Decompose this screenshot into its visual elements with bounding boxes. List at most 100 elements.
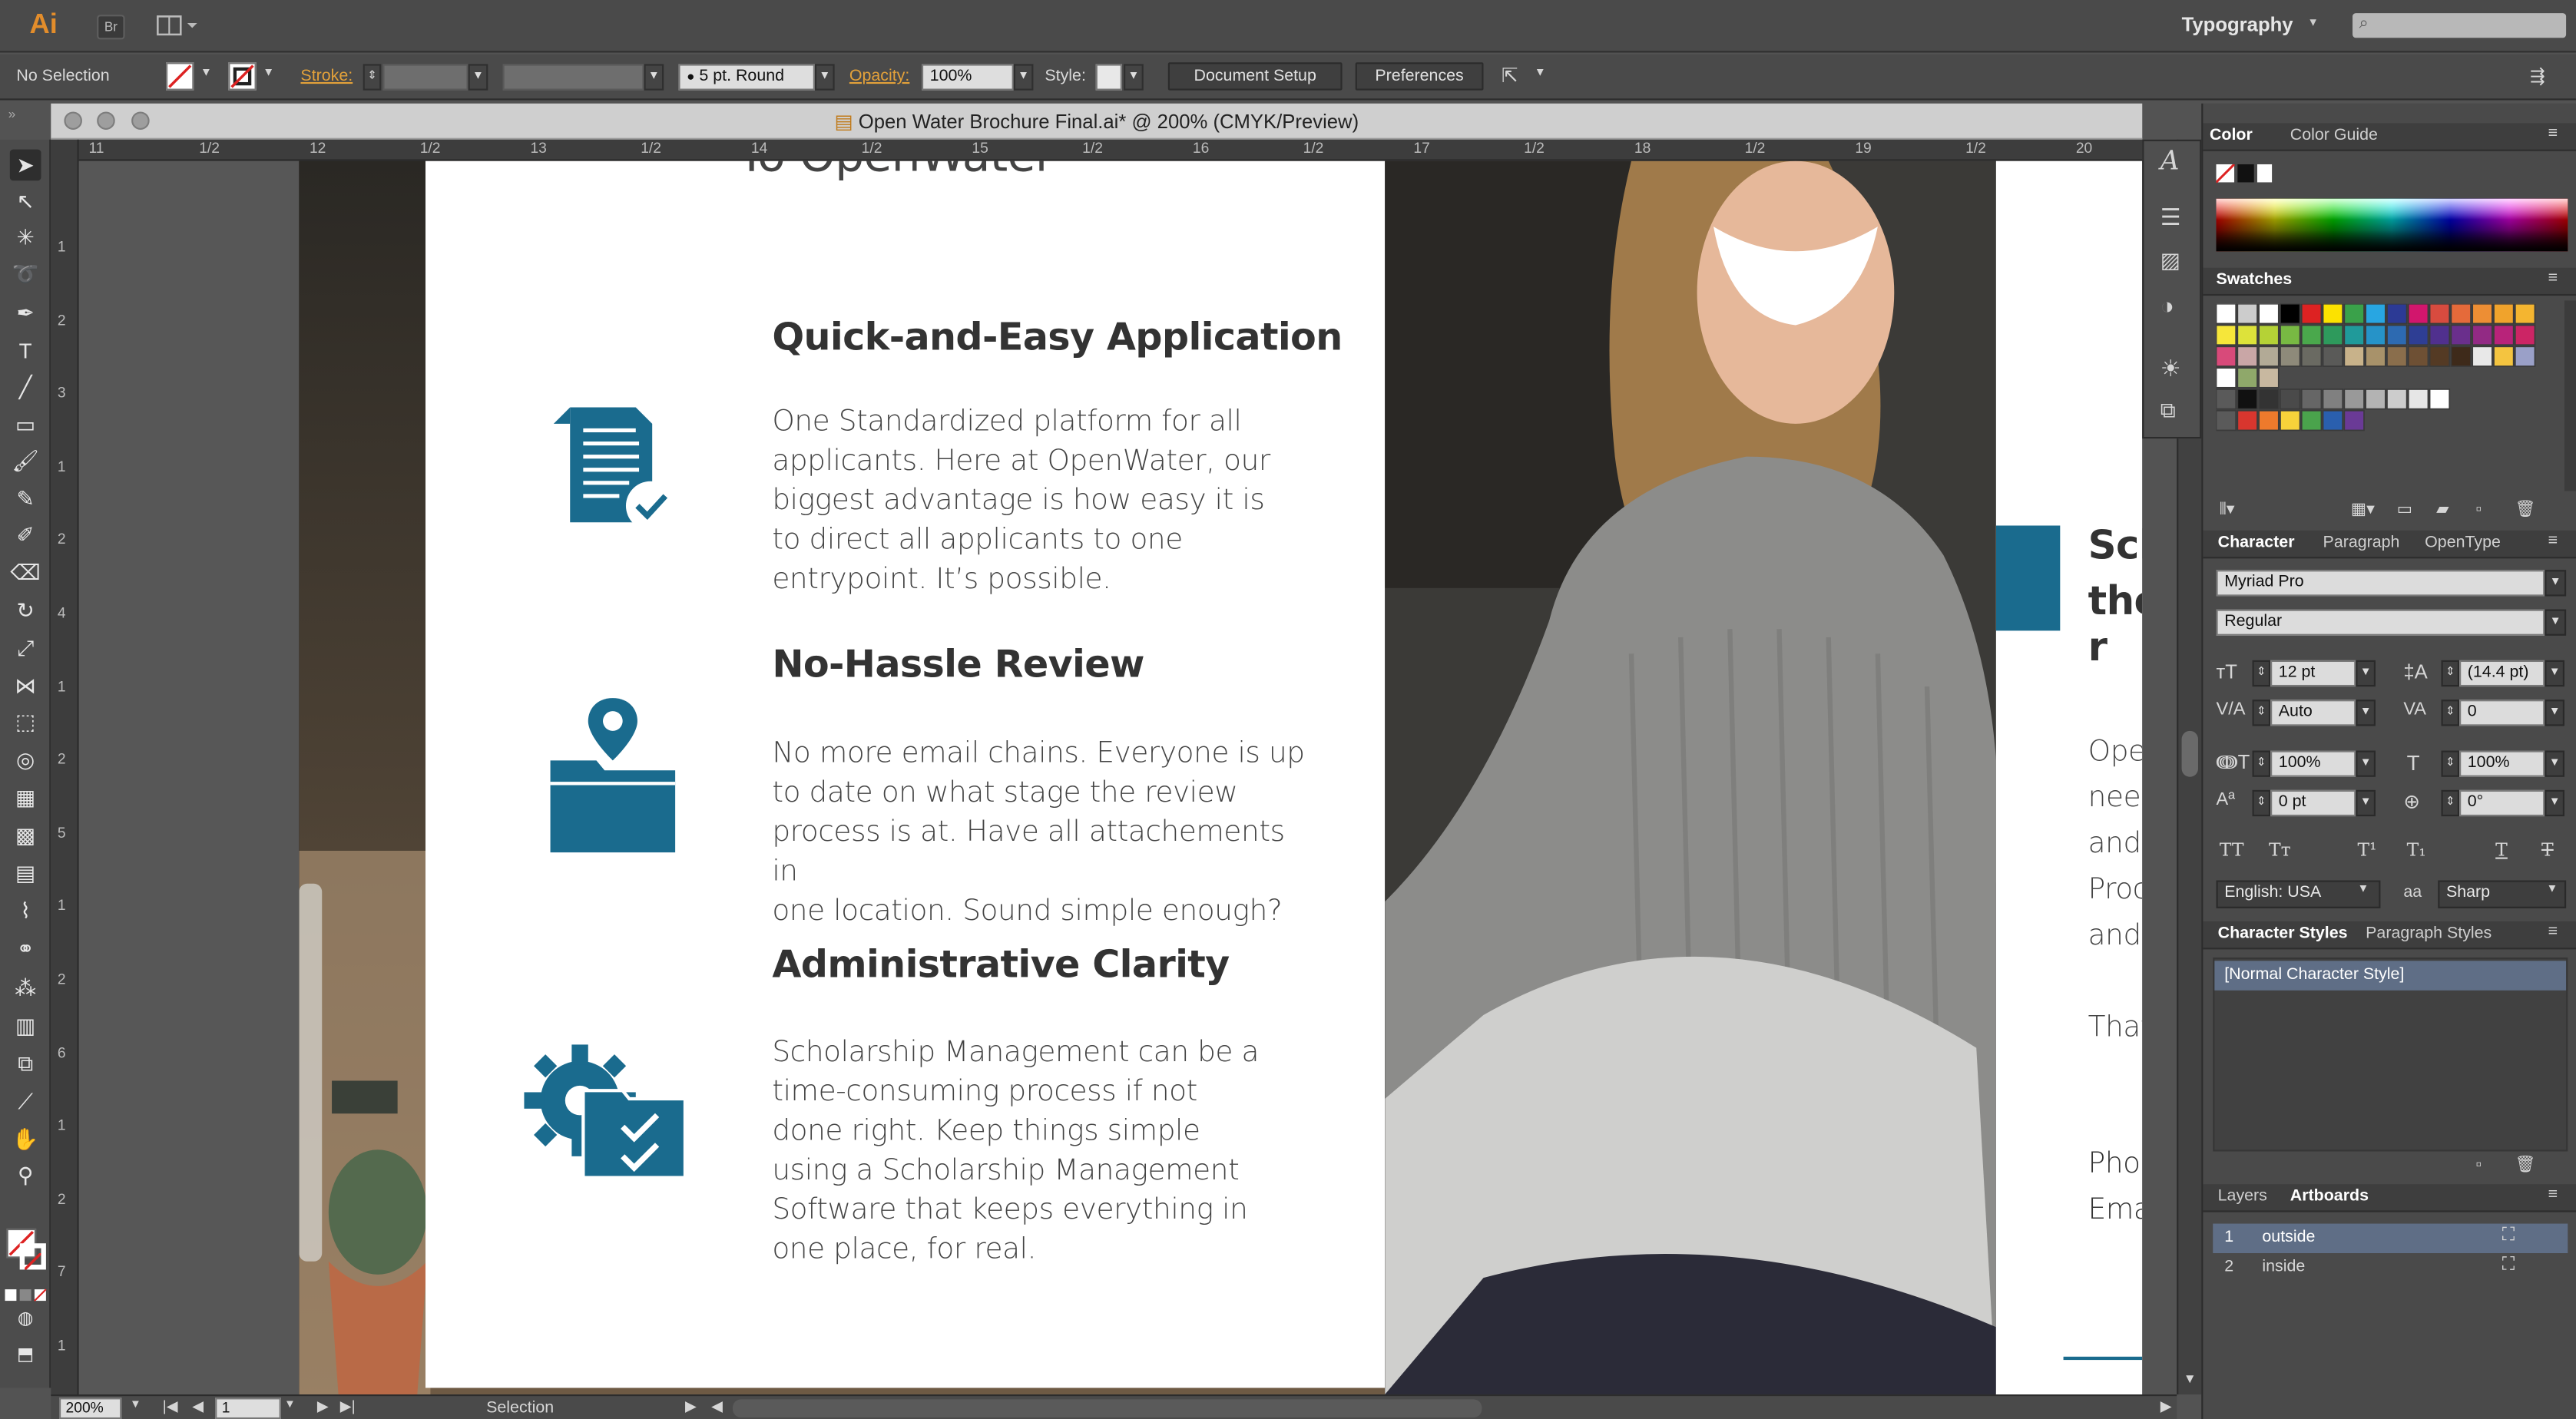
perspective-grid-tool-icon[interactable]: ▦ (10, 782, 41, 813)
screen-mode-icon[interactable]: ⬒ (10, 1340, 41, 1371)
fill-swatch[interactable] (166, 62, 194, 91)
collapse-icon[interactable]: » (8, 107, 41, 127)
previous-artboard-icon[interactable]: ◀ (192, 1398, 204, 1416)
tab-artboards[interactable]: Artboards (2290, 1187, 2369, 1206)
workspace-switcher[interactable]: Typography (2182, 13, 2293, 36)
tab-paragraph[interactable]: Paragraph (2323, 534, 2400, 552)
appearance-panel-icon[interactable]: ☀ (2160, 355, 2181, 382)
chevron-down-icon[interactable]: ▼ (2546, 884, 2558, 895)
panel-menu-icon[interactable]: ⇶ (2530, 66, 2545, 88)
chevron-down-icon[interactable]: ▼ (130, 1399, 141, 1411)
kerning-field[interactable]: Auto (2270, 700, 2356, 726)
artboard-tool-icon[interactable]: ⧉ (10, 1048, 41, 1080)
swatch-options-icon[interactable]: ▭ (2397, 501, 2412, 519)
leading-stepper[interactable]: ⇕ (2441, 660, 2460, 687)
arrange-icon[interactable]: ⇱ (1502, 64, 1518, 87)
bridge-button[interactable]: Br (97, 15, 125, 40)
gradient-tool-icon[interactable]: ▤ (10, 858, 41, 889)
font-style-field[interactable]: Regular (2216, 609, 2545, 636)
color-spectrum[interactable] (2216, 198, 2568, 252)
paintbrush-tool-icon[interactable]: 🖌 (10, 445, 41, 477)
status-menu-icon[interactable]: ▶ (685, 1398, 697, 1416)
pencil-tool-icon[interactable]: ✎ (10, 483, 41, 514)
swatch-kind-icon[interactable]: ▦▾ (2351, 501, 2375, 519)
artboard-row[interactable]: 1 outside ⛶ (2213, 1223, 2568, 1254)
draw-mode-icon[interactable]: ◍ (10, 1304, 41, 1335)
stroke-stepper[interactable]: ⇕ (363, 64, 382, 91)
stroke-color-icon[interactable] (19, 1243, 46, 1271)
kerning-stepper[interactable]: ⇕ (2252, 700, 2271, 726)
chevron-down-icon[interactable]: ▼ (2356, 700, 2376, 726)
tab-character[interactable]: Character (2218, 534, 2295, 552)
horizontal-scale-field[interactable]: 100% (2459, 750, 2545, 777)
chevron-down-icon[interactable]: ▼ (284, 1399, 296, 1411)
underline-icon[interactable]: T (2495, 839, 2508, 861)
opacity-field[interactable]: 100% (921, 64, 1014, 91)
new-color-group-icon[interactable]: ▰ (2436, 501, 2449, 519)
tab-swatches[interactable]: Swatches (2217, 271, 2293, 289)
chevron-down-icon[interactable]: ▼ (468, 64, 488, 91)
panel-menu-icon[interactable]: ≡ (2548, 1186, 2558, 1204)
chevron-down-icon[interactable]: ▼ (644, 64, 664, 91)
pen-tool-icon[interactable]: ✒ (10, 297, 41, 329)
first-artboard-icon[interactable]: |◀ (163, 1398, 178, 1416)
font-family-field[interactable]: Myriad Pro (2216, 570, 2545, 597)
opacity-label[interactable]: Opacity: (849, 68, 909, 86)
chevron-down-icon[interactable]: ▼ (814, 64, 835, 91)
font-size-stepper[interactable]: ⇕ (2252, 660, 2271, 687)
artboard-options-icon[interactable]: ⛶ (2502, 1226, 2515, 1247)
stroke-swatch[interactable] (228, 62, 257, 91)
panel-menu-icon[interactable]: ≡ (2548, 125, 2558, 144)
chevron-down-icon[interactable]: ▼ (2356, 660, 2376, 687)
zoom-tool-icon[interactable]: ⚲ (10, 1159, 41, 1191)
next-artboard-icon[interactable]: ▶ (317, 1398, 329, 1416)
brush-definition[interactable]: ● 5 pt. Round (678, 64, 815, 91)
blend-tool-icon[interactable]: ⚭ (10, 933, 41, 964)
shape-builder-tool-icon[interactable]: ◎ (10, 744, 41, 776)
artboard-canvas[interactable]: To OpenWater Quick-and-Easy Application … (78, 160, 2143, 1395)
free-transform-tool-icon[interactable]: ⬚ (10, 706, 41, 738)
chevron-down-icon[interactable]: ▼ (2545, 570, 2567, 597)
eyedropper-tool-icon[interactable]: ⌇ (10, 895, 41, 927)
delete-style-icon[interactable]: 🗑 (2515, 1156, 2536, 1175)
tracking-stepper[interactable]: ⇕ (2441, 700, 2460, 726)
document-setup-button[interactable]: Document Setup (1167, 62, 1343, 91)
character-rotation-field[interactable]: 0° (2459, 789, 2545, 817)
horizontal-scrollbar-thumb[interactable] (732, 1399, 1482, 1417)
delete-swatch-icon[interactable]: 🗑 (2515, 501, 2536, 519)
stroke-weight-field[interactable] (382, 64, 469, 91)
swatches-scrollbar[interactable] (2564, 300, 2576, 491)
status-tool[interactable]: Selection (486, 1399, 554, 1417)
magic-wand-tool-icon[interactable]: ✳ (10, 222, 41, 253)
tab-character-styles[interactable]: Character Styles (2218, 925, 2348, 943)
language-select[interactable]: English: USA (2216, 880, 2381, 908)
tracking-field[interactable]: 0 (2459, 700, 2545, 726)
swatch-grid[interactable] (2215, 303, 2545, 435)
tab-color[interactable]: Color (2210, 127, 2253, 145)
lasso-tool-icon[interactable]: ➰ (10, 258, 41, 289)
scroll-right-arrow-icon[interactable]: ▶ (2160, 1398, 2172, 1416)
scroll-thumb[interactable] (2181, 730, 2198, 777)
direct-selection-tool-icon[interactable]: ↖ (10, 186, 41, 217)
all-caps-icon[interactable]: TT (2220, 839, 2244, 861)
scroll-left-arrow-icon[interactable]: ◀ (711, 1398, 723, 1416)
superscript-icon[interactable]: T¹ (2357, 839, 2376, 861)
small-caps-icon[interactable]: Tт (2269, 839, 2291, 861)
width-tool-icon[interactable]: ⋈ (10, 670, 41, 702)
scroll-down-arrow-icon[interactable]: ▼ (2184, 1371, 2197, 1386)
subscript-icon[interactable]: T₁ (2407, 839, 2426, 861)
preferences-button[interactable]: Preferences (1355, 62, 1484, 91)
font-size-field[interactable]: 12 pt (2270, 660, 2356, 687)
horizontal-scale-stepper[interactable]: ⇕ (2441, 750, 2460, 777)
scale-tool-icon[interactable]: ⤢ (10, 633, 41, 664)
chevron-down-icon[interactable]: ▼ (1013, 64, 1034, 91)
rectangle-tool-icon[interactable]: ▭ (10, 409, 41, 441)
artboard-navigation-field[interactable]: 1 (215, 1398, 281, 1419)
style-list-item[interactable]: [Normal Character Style] (2214, 961, 2567, 991)
zoom-field[interactable]: 200% (59, 1398, 122, 1419)
hand-tool-icon[interactable]: ✋ (10, 1123, 41, 1155)
chevron-down-icon[interactable]: ▼ (2545, 660, 2564, 687)
artboard-row[interactable]: 2 inside ⛶ (2213, 1253, 2568, 1283)
graphic-style-swatch[interactable] (1095, 64, 1122, 91)
rotate-tool-icon[interactable]: ↻ (10, 594, 41, 626)
